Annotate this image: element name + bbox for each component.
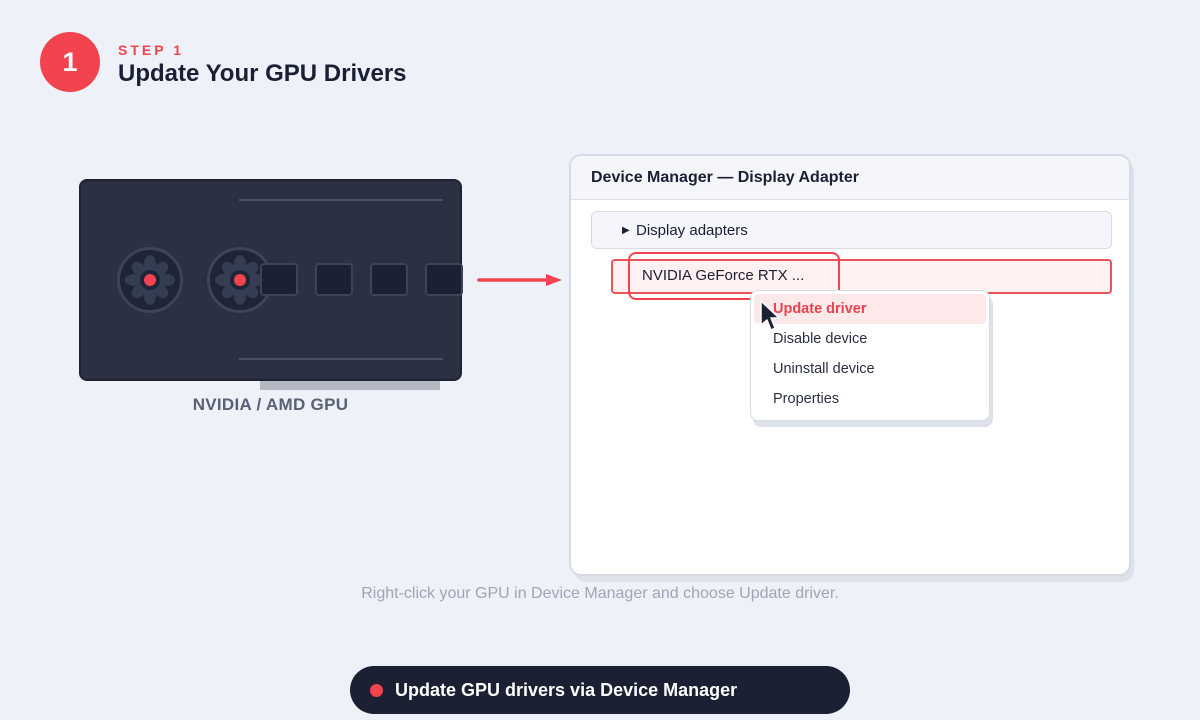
step-label: STEP 1 xyxy=(118,42,184,58)
display-port xyxy=(260,263,298,296)
gpu-illustration xyxy=(79,179,463,381)
arrow-right-icon xyxy=(477,274,562,286)
gpu-vent-line-top xyxy=(239,199,443,201)
summary-pill-label: Update GPU drivers via Device Manager xyxy=(395,679,738,700)
page-title: Update Your GPU Drivers xyxy=(118,60,407,87)
window-title: Device Manager — Display Adapter xyxy=(571,156,1129,200)
menu-item-disable-device[interactable]: Disable device xyxy=(754,324,986,354)
instruction-text: Right-click your GPU in Device Manager a… xyxy=(361,585,839,602)
display-port xyxy=(315,263,353,296)
status-dot-icon xyxy=(370,683,383,697)
menu-item-update-driver[interactable]: Update driver xyxy=(754,294,986,324)
context-menu: Update driver Disable device Uninstall d… xyxy=(750,290,990,421)
gpu-caption: NVIDIA / AMD GPU xyxy=(192,395,349,414)
device-label: NVIDIA GeForce RTX ... xyxy=(642,267,805,284)
step-number: 1 xyxy=(62,46,78,77)
tree-item-label: Display adapters xyxy=(636,221,748,239)
step-number-badge: 1 xyxy=(40,32,100,92)
triangle-right-icon: ▶ xyxy=(622,225,630,236)
mouse-pointer-icon xyxy=(760,300,780,331)
display-port xyxy=(425,263,463,296)
tree-item-display-adapters[interactable]: ▶ Display adapters xyxy=(591,211,1112,249)
menu-item-properties[interactable]: Properties xyxy=(754,384,986,414)
summary-pill: Update GPU drivers via Device Manager xyxy=(350,666,850,714)
display-port xyxy=(370,263,408,296)
gpu-vent-line-bottom xyxy=(239,358,443,360)
menu-item-uninstall-device[interactable]: Uninstall device xyxy=(754,354,986,384)
fan-icon xyxy=(117,247,183,313)
